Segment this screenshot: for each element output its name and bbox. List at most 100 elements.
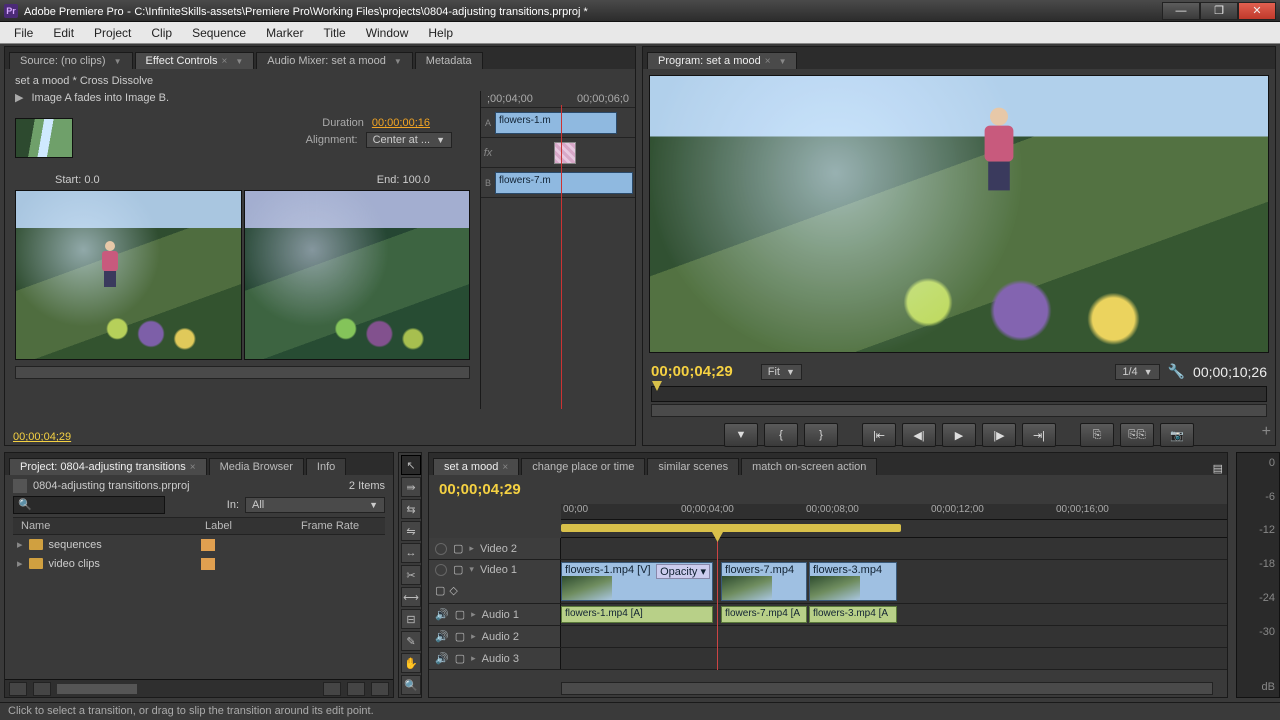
menu-window[interactable]: Window xyxy=(356,24,419,42)
program-scrubber[interactable] xyxy=(651,386,1267,402)
tab-info[interactable]: Info xyxy=(306,458,346,475)
timeline-h-scroll[interactable] xyxy=(561,682,1213,695)
tab-program[interactable]: Program: set a mood×▼ xyxy=(647,52,797,69)
list-view-button[interactable] xyxy=(9,682,27,696)
lift-button[interactable]: ⎘ xyxy=(1080,423,1114,447)
icon-view-button[interactable] xyxy=(33,682,51,696)
timeline-playhead[interactable] xyxy=(717,538,718,670)
delete-button[interactable] xyxy=(371,682,389,696)
ripple-edit-tool[interactable]: ⇆ xyxy=(401,499,421,519)
fit-dropdown[interactable]: Fit▼ xyxy=(761,364,802,380)
alignment-dropdown[interactable]: Center at ...▼ xyxy=(366,132,452,148)
opacity-dropdown[interactable]: Opacity ▾ xyxy=(656,564,710,579)
program-tc-current[interactable]: 00;00;04;29 xyxy=(651,363,733,380)
maximize-button[interactable]: ❐ xyxy=(1200,2,1238,20)
bin-video-clips[interactable]: ▸ video clips xyxy=(13,554,385,573)
program-tc-duration: 00;00;10;26 xyxy=(1193,364,1267,380)
tab-seq-change[interactable]: change place or time xyxy=(521,458,645,475)
tab-audio-mixer[interactable]: Audio Mixer: set a mood▼ xyxy=(256,52,413,69)
tab-project[interactable]: Project: 0804-adjusting transitions× xyxy=(9,458,207,475)
button-editor-icon[interactable]: + xyxy=(1262,423,1271,441)
label-color[interactable] xyxy=(201,539,215,551)
clip-a1-1[interactable]: flowers-7.mp4 [A xyxy=(721,606,807,623)
menu-project[interactable]: Project xyxy=(84,24,141,42)
menu-marker[interactable]: Marker xyxy=(256,24,313,42)
clip-v1-0[interactable]: flowers-1.mp4 [V] Opacity ▾ xyxy=(561,562,713,601)
menu-title[interactable]: Title xyxy=(313,24,355,42)
tab-effect-controls[interactable]: Effect Controls×▼ xyxy=(135,52,255,69)
slip-tool[interactable]: ⟷ xyxy=(401,587,421,607)
hand-tool[interactable]: ✋ xyxy=(401,653,421,673)
menu-clip[interactable]: Clip xyxy=(141,24,182,42)
timeline-tc[interactable]: 00;00;04;29 xyxy=(439,481,521,498)
search-input[interactable] xyxy=(13,496,165,514)
effect-timecode[interactable]: 00;00;04;29 xyxy=(13,431,71,443)
tab-seq-match[interactable]: match on-screen action xyxy=(741,458,877,475)
go-to-in-button[interactable]: |⇤ xyxy=(862,423,896,447)
rolling-edit-tool[interactable]: ⇋ xyxy=(401,521,421,541)
filter-dropdown[interactable]: All▼ xyxy=(245,497,385,513)
razor-tool[interactable]: ✂ xyxy=(401,565,421,585)
add-marker-button[interactable]: ▼ xyxy=(724,423,758,447)
pen-tool[interactable]: ✎ xyxy=(401,631,421,651)
timeline-ruler[interactable]: 00;00 00;00;04;00 00;00;08;00 00;00;12;0… xyxy=(561,504,1227,520)
track-video2[interactable]: ▢▸Video 2 xyxy=(429,538,1227,560)
clip-a1-0[interactable]: flowers-1.mp4 [A] xyxy=(561,606,713,623)
slide-tool[interactable]: ⊟ xyxy=(401,609,421,629)
zoom-slider[interactable] xyxy=(57,684,137,694)
tab-seq-mood[interactable]: set a mood× xyxy=(433,458,519,475)
track-video1[interactable]: ▢▾Video 1▢◇ flowers-1.mp4 [V] Opacity ▾ … xyxy=(429,560,1227,604)
preview-scrubber[interactable] xyxy=(15,366,470,379)
project-filename: 0804-adjusting transitions.prproj xyxy=(33,480,190,492)
go-to-out-button[interactable]: ⇥| xyxy=(1022,423,1056,447)
duration-value[interactable]: 00;00;00;16 xyxy=(372,117,430,129)
start-value[interactable]: 0.0 xyxy=(84,174,99,186)
project-columns[interactable]: Name Label Frame Rate xyxy=(13,517,385,535)
program-scrollbar[interactable] xyxy=(651,404,1267,417)
mark-in-button[interactable]: { xyxy=(764,423,798,447)
clip-v1-2[interactable]: flowers-3.mp4 [V xyxy=(809,562,897,601)
tab-source[interactable]: Source: (no clips)▼ xyxy=(9,52,133,69)
track-audio3[interactable]: 🔊▢▸Audio 3 xyxy=(429,648,1227,670)
minimize-button[interactable]: — xyxy=(1162,2,1200,20)
settings-icon[interactable]: 🔧 xyxy=(1168,363,1185,380)
mini-playhead[interactable] xyxy=(561,105,562,409)
menu-sequence[interactable]: Sequence xyxy=(182,24,256,42)
duration-label: Duration xyxy=(322,117,364,129)
resolution-dropdown[interactable]: 1/4▼ xyxy=(1115,364,1159,380)
track-audio2[interactable]: 🔊▢▸Audio 2 xyxy=(429,626,1227,648)
end-label: End: xyxy=(377,174,400,186)
menu-edit[interactable]: Edit xyxy=(43,24,84,42)
mark-out-button[interactable]: } xyxy=(804,423,838,447)
timeline-workarea-bar[interactable] xyxy=(561,520,1227,538)
effect-mini-timeline[interactable]: ;00;04;0000;00;06;0 Aflowers-1.m fx Bflo… xyxy=(480,91,635,409)
source-tabbar: Source: (no clips)▼ Effect Controls×▼ Au… xyxy=(5,47,635,69)
program-monitor[interactable] xyxy=(649,75,1269,353)
tab-seq-similar[interactable]: similar scenes xyxy=(647,458,739,475)
rate-stretch-tool[interactable]: ↔ xyxy=(401,543,421,563)
selection-tool[interactable]: ↖ xyxy=(401,455,421,475)
end-value[interactable]: 100.0 xyxy=(402,174,430,186)
new-item-button[interactable] xyxy=(347,682,365,696)
panel-menu-icon[interactable]: ▤ xyxy=(1213,462,1223,475)
label-color[interactable] xyxy=(201,558,215,570)
play-button[interactable]: ▶ xyxy=(942,423,976,447)
close-button[interactable]: ✕ xyxy=(1238,2,1276,20)
menu-file[interactable]: File xyxy=(4,24,43,42)
track-select-tool[interactable]: ⇛ xyxy=(401,477,421,497)
clip-a1-2[interactable]: flowers-3.mp4 [A xyxy=(809,606,897,623)
zoom-tool[interactable]: 🔍 xyxy=(401,675,421,695)
alignment-label: Alignment: xyxy=(306,134,358,146)
step-back-button[interactable]: ◀| xyxy=(902,423,936,447)
clip-v1-1[interactable]: flowers-7.mp4 xyxy=(721,562,807,601)
export-frame-button[interactable]: 📷 xyxy=(1160,423,1194,447)
tab-media-browser[interactable]: Media Browser xyxy=(209,458,304,475)
step-forward-button[interactable]: |▶ xyxy=(982,423,1016,447)
transition-preview[interactable] xyxy=(15,190,470,360)
menu-help[interactable]: Help xyxy=(418,24,463,42)
track-audio1[interactable]: 🔊▢▸Audio 1 flowers-1.mp4 [A] flowers-7.m… xyxy=(429,604,1227,626)
tab-metadata[interactable]: Metadata xyxy=(415,52,483,69)
extract-button[interactable]: ⎘⎘ xyxy=(1120,423,1154,447)
new-bin-button[interactable] xyxy=(323,682,341,696)
bin-sequences[interactable]: ▸ sequences xyxy=(13,535,385,554)
